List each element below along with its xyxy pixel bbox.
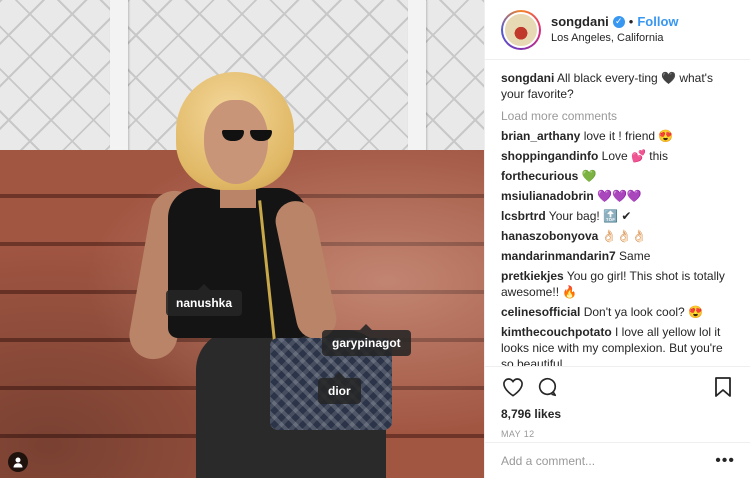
likes-count[interactable]: 8,796 likes <box>501 407 735 421</box>
caption-username[interactable]: songdani <box>501 71 554 85</box>
sunglasses <box>222 130 272 142</box>
comment-username[interactable]: celinesofficial <box>501 305 580 319</box>
comment-item: pretkiekjes You go girl! This shot is to… <box>501 268 734 300</box>
avatar-image <box>503 11 539 48</box>
heart-icon[interactable] <box>501 375 525 399</box>
photo-tag-garypinagot[interactable]: garypinagot <box>322 324 411 356</box>
comment-username[interactable]: lcsbrtrd <box>501 209 546 223</box>
comment-username[interactable]: hanaszobonyova <box>501 229 598 243</box>
comment-item: celinesofficial Don't ya look cool? 😍 <box>501 304 734 320</box>
comment-username[interactable]: brian_arthany <box>501 129 580 143</box>
follow-button[interactable]: Follow <box>637 14 678 30</box>
comment-item: hanaszobonyova 👌🏻👌🏻👌🏻 <box>501 228 734 244</box>
comment-username[interactable]: kimthecouchpotato <box>501 325 612 339</box>
speech-bubble-icon[interactable] <box>535 375 559 399</box>
comment-text: love it ! friend 😍 <box>580 129 674 143</box>
verified-badge-icon: ✓ <box>612 15 625 28</box>
person-icon[interactable] <box>8 452 28 472</box>
separator-dot: • <box>628 13 634 29</box>
header-row: songdani ✓ • Follow <box>551 14 679 30</box>
comment-username[interactable]: mandarinmandarin7 <box>501 249 616 263</box>
comment-item: forthecurious 💚 <box>501 168 734 184</box>
bookmark-icon[interactable] <box>711 375 735 399</box>
post-photo[interactable]: nanushka garypinagot dior <box>0 0 484 478</box>
header-username[interactable]: songdani <box>551 14 609 30</box>
action-icons <box>501 373 735 401</box>
header-text: songdani ✓ • Follow Los Angeles, Califor… <box>551 14 679 46</box>
comments-list: songdani All black every-ting 🖤 what's y… <box>485 60 750 366</box>
person-face <box>204 100 268 184</box>
comment-item: lcsbrtrd Your bag! 🔝 ✔ <box>501 208 734 224</box>
caption: songdani All black every-ting 🖤 what's y… <box>501 70 734 102</box>
photo-tag-dior[interactable]: dior <box>318 372 361 404</box>
comment-item: mandarinmandarin7 Same <box>501 248 734 264</box>
comment-text: 👌🏻👌🏻👌🏻 <box>598 229 647 243</box>
comment-text: Same <box>615 249 651 263</box>
avatar[interactable] <box>501 9 541 50</box>
comment-username[interactable]: shoppingandinfo <box>501 149 598 163</box>
location-link[interactable]: Los Angeles, California <box>551 32 679 46</box>
add-comment-bar: ••• <box>485 442 750 478</box>
comment-username[interactable]: msiulianadobrin <box>501 189 594 203</box>
comment-text: Don't ya look cool? 😍 <box>580 305 703 319</box>
comment-item: msiulianadobrin 💜💜💜 <box>501 188 734 204</box>
load-more-comments-button[interactable]: Load more comments <box>501 108 734 124</box>
post-actions: 8,796 likes MAY 12 <box>485 366 750 439</box>
comment-text: 💜💜💜 <box>593 189 642 203</box>
comment-username[interactable]: forthecurious <box>501 169 578 183</box>
comment-item: kimthecouchpotato I love all yellow lol … <box>501 324 734 366</box>
comment-text: Your bag! 🔝 ✔ <box>545 209 632 223</box>
comment-item: brian_arthany love it ! friend 😍 <box>501 128 734 144</box>
comment-text: 💚 <box>578 169 597 183</box>
more-options-icon[interactable]: ••• <box>715 452 735 470</box>
post-sidebar: songdani ✓ • Follow Los Angeles, Califor… <box>484 0 750 478</box>
comment-username[interactable]: pretkiekjes <box>501 269 564 283</box>
comment-item: shoppingandinfo Love 💕 this <box>501 148 734 164</box>
post-date: MAY 12 <box>501 429 535 439</box>
add-comment-input[interactable] <box>501 453 716 468</box>
photo-tag-nanushka[interactable]: nanushka <box>166 284 243 316</box>
post-header: songdani ✓ • Follow Los Angeles, Califor… <box>485 0 750 60</box>
comment-text: Love 💕 this <box>598 149 668 163</box>
